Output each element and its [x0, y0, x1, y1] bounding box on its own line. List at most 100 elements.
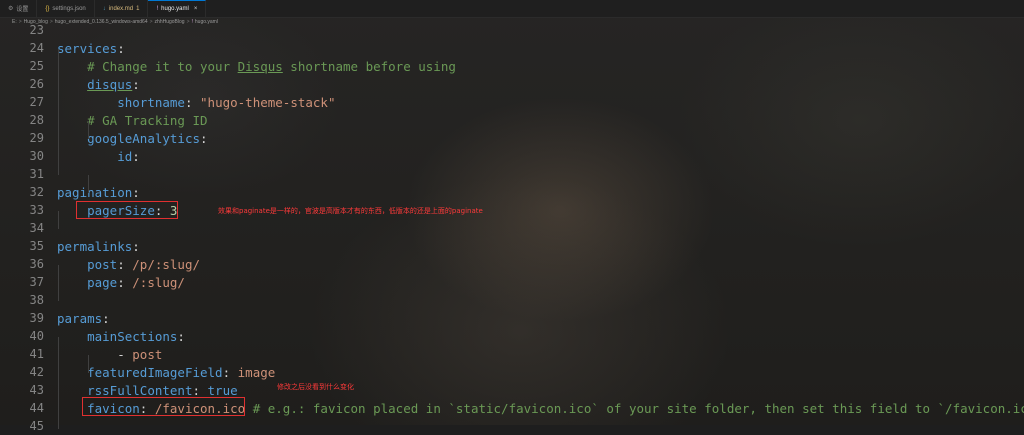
line-number: 41	[29, 347, 44, 361]
code-token: image	[237, 364, 276, 380]
code-token: :	[132, 148, 140, 164]
code-token: rssFullContent	[87, 382, 193, 398]
code-text: id:	[57, 149, 140, 164]
code-editor[interactable]: 23 24 services: 25 # Change it to your Disq…	[0, 23, 1024, 433]
code-line[interactable]: 24 services:	[0, 39, 1024, 57]
line-number: 26	[29, 77, 44, 91]
tab-settings-json[interactable]: {} settings.json	[37, 0, 95, 17]
code-token: -	[57, 346, 133, 362]
line-number: 40	[29, 329, 44, 343]
code-token: disqus	[87, 76, 133, 92]
code-line[interactable]: 39 params:	[0, 309, 1024, 327]
code-line[interactable]: 42 featuredImageField: image	[0, 363, 1024, 381]
code-line[interactable]: 25 # Change it to your Disqus shortname …	[0, 57, 1024, 75]
code-token: services	[57, 40, 118, 56]
code-token: post	[132, 346, 163, 362]
tab-hugo-yaml[interactable]: ! hugo.yaml ×	[148, 0, 207, 17]
problem-count-badge: 1	[136, 5, 140, 12]
code-line[interactable]: 45	[0, 417, 1024, 435]
line-number: 25	[29, 59, 44, 73]
line-number: 35	[29, 239, 44, 253]
yaml-icon: !	[156, 6, 159, 12]
line-number: 38	[29, 293, 44, 307]
code-line[interactable]: 30 id:	[0, 147, 1024, 165]
code-line[interactable]: 41 - post	[0, 345, 1024, 363]
code-token: :	[200, 130, 208, 146]
indent-guide	[88, 355, 89, 373]
breadcrumb-item[interactable]: E:	[12, 19, 17, 25]
code-text: - post	[57, 347, 162, 362]
code-line[interactable]: 32 pagination:	[0, 183, 1024, 201]
annotation-box-favicon	[82, 397, 245, 416]
code-token: :	[222, 364, 238, 380]
line-number: 31	[29, 167, 44, 181]
breadcrumb-item[interactable]: zhhHugoBlog	[155, 19, 185, 25]
code-line[interactable]: 34	[0, 219, 1024, 237]
breadcrumb-item[interactable]: hugo_extended_0.136.5_windows-amd64	[55, 19, 148, 25]
code-line[interactable]: 40 mainSections:	[0, 327, 1024, 345]
code-token: # Change it to your	[57, 58, 238, 74]
code-line[interactable]: 28 # GA Tracking ID	[0, 111, 1024, 129]
breadcrumb-item[interactable]: Hugo_blog	[24, 19, 48, 25]
code-text: disqus:	[57, 77, 140, 92]
code-line[interactable]: 37 page: /:slug/	[0, 273, 1024, 291]
code-line[interactable]: 31	[0, 165, 1024, 183]
code-text: shortname: "hugo-theme-stack"	[57, 95, 335, 110]
code-token: # e.g.: favicon placed in `static/favico…	[245, 400, 1024, 416]
code-text: googleAnalytics:	[57, 130, 208, 146]
annotation-note-favicon: 修改之后没看到什么变化	[277, 383, 354, 391]
tab-label: hugo.yaml	[161, 6, 189, 12]
indent-guide	[58, 49, 59, 175]
code-token: :	[192, 382, 208, 398]
code-token: googleAnalytics	[87, 130, 200, 146]
code-line[interactable]: 27 shortname: "hugo-theme-stack"	[0, 93, 1024, 111]
code-line[interactable]: 29 googleAnalytics:	[0, 129, 1024, 147]
close-icon[interactable]: ×	[194, 6, 198, 12]
tab-label: index.md	[108, 5, 134, 12]
code-text: page: /:slug/	[57, 275, 185, 290]
code-text: rssFullContent: true	[57, 383, 238, 398]
code-text: post: /p/:slug/	[57, 257, 200, 272]
code-token: page	[87, 274, 118, 290]
code-text: mainSections:	[57, 329, 185, 344]
chevron-right-icon: >	[186, 19, 190, 25]
indent-guide	[88, 121, 89, 139]
code-token: Disqus	[237, 58, 283, 74]
code-token: # GA Tracking ID	[57, 112, 208, 128]
line-number: 29	[29, 131, 44, 145]
code-token: :	[132, 184, 140, 200]
code-token: :	[184, 94, 201, 110]
code-token: :	[132, 238, 140, 254]
tab-settings[interactable]: ⚙ 设置	[0, 0, 38, 17]
annotation-note-pagination: 效果和paginate是一样的，官波是高版本才有的东西，低版本的还是上面的pag…	[218, 207, 483, 215]
code-line[interactable]: 38	[0, 291, 1024, 309]
code-token: permalinks	[57, 238, 133, 254]
code-token: :	[102, 310, 110, 326]
code-text: permalinks:	[57, 239, 140, 254]
code-text: pagination:	[57, 185, 140, 200]
annotation-box-pagersize	[76, 201, 178, 219]
breadcrumb-item[interactable]: hugo.yaml	[195, 19, 218, 25]
markdown-icon: ↓	[102, 5, 106, 12]
tab-bar: ⚙ 设置 {} settings.json ↓ index.md 1 ! hug…	[0, 0, 1024, 18]
code-text: params:	[57, 311, 110, 326]
line-number: 43	[29, 383, 44, 397]
code-text: featuredImageField: image	[57, 365, 275, 380]
code-line[interactable]: 26 disqus:	[0, 75, 1024, 93]
indent-guide	[88, 175, 89, 193]
tab-index-md[interactable]: ↓ index.md 1	[95, 0, 149, 17]
breadcrumb: E: > Hugo_blog > hugo_extended_0.136.5_w…	[0, 17, 1024, 27]
tab-label: 设置	[16, 7, 29, 13]
indent-guide	[58, 265, 59, 301]
code-line[interactable]: 35 permalinks:	[0, 237, 1024, 255]
line-number: 34	[29, 221, 44, 235]
line-number: 32	[29, 185, 44, 199]
indent-guide	[58, 211, 59, 229]
code-line[interactable]: 36 post: /p/:slug/	[0, 255, 1024, 273]
code-token: params	[57, 310, 103, 326]
